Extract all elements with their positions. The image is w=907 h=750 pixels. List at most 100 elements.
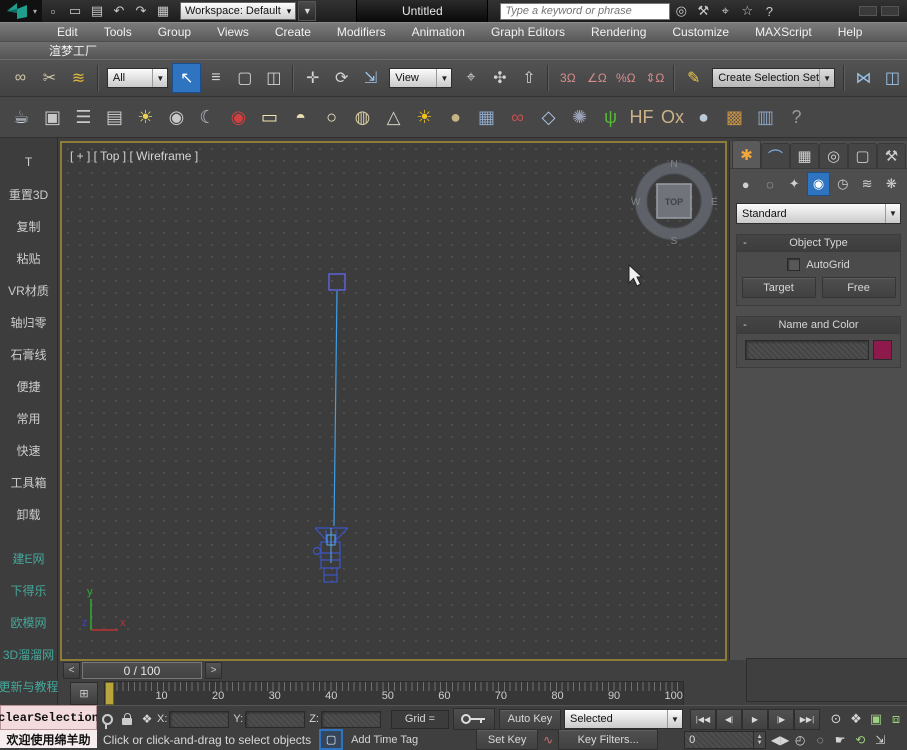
render-teapot-icon[interactable]: ☕ (6, 102, 37, 132)
redo-icon[interactable]: ↷ (130, 1, 152, 21)
sky-icon[interactable]: ● (440, 102, 471, 132)
select-by-name-icon[interactable]: ≡ (201, 63, 230, 93)
zoom-icon[interactable]: ⊙ (826, 710, 846, 728)
sidebar-web-item-1[interactable]: 下得乐 (0, 574, 57, 606)
go-to-start-button[interactable]: |◀◀ (690, 709, 716, 730)
menu-item-maxscript[interactable]: MAXScript (742, 23, 825, 41)
tab-create[interactable]: ✱ (732, 140, 761, 168)
sidebar-item-vr[interactable]: VR材质 (0, 274, 57, 306)
create-systems-icon[interactable]: ❋ (880, 172, 903, 196)
select-and-move-icon[interactable]: ✛ (298, 63, 327, 93)
time-slider[interactable]: 0 / 100 (82, 662, 202, 679)
selection-lock-icon[interactable] (117, 710, 137, 728)
unlink-selection-icon[interactable]: ✂ (35, 63, 64, 93)
selection-filter-dropdown[interactable]: All ▼ (107, 68, 168, 88)
plane-icon[interactable]: ◇ (533, 102, 564, 132)
tab-modify[interactable]: ⌒ (761, 143, 790, 168)
previous-frame-slider-button[interactable]: < (63, 662, 80, 679)
sidebar-item-2[interactable]: 复制 (0, 210, 57, 242)
autogrid-checkbox[interactable] (787, 258, 800, 271)
sphere-icon[interactable]: ● (688, 102, 719, 132)
pan-hand-icon[interactable]: ☛ (830, 731, 850, 749)
sidebar-item-8[interactable]: 常用 (0, 402, 57, 434)
previous-frame-button[interactable]: ◀| (716, 709, 742, 730)
create-helpers-icon[interactable]: ◷ (831, 172, 854, 196)
physical-camera-icon[interactable]: ◉ (223, 102, 254, 132)
select-and-link-icon[interactable]: ∞ (6, 63, 35, 93)
create-cameras-icon[interactable]: ◉ (807, 172, 830, 196)
proxy-molecule-icon[interactable]: ∞ (502, 102, 533, 132)
time-slider-marker[interactable] (105, 682, 114, 705)
sidebar-web-item-e[interactable]: 建E网 (0, 542, 57, 574)
use-pivot-point-center-icon[interactable]: ⌖ (456, 63, 485, 93)
zoom-extents-icon[interactable]: ▣ (866, 710, 886, 728)
tab-utilities[interactable]: ⚒ (877, 143, 906, 168)
selection-region-icon[interactable]: ◌ (810, 731, 830, 749)
menu-item-help[interactable]: Help (825, 23, 876, 41)
menu-item-tools[interactable]: Tools (91, 23, 145, 41)
light-dome-icon[interactable]: ◓ (285, 102, 316, 132)
object-type-rollout-header[interactable]: - Object Type (737, 235, 900, 252)
target-camera-icon[interactable]: ☾ (192, 102, 223, 132)
play-button[interactable]: ▶ (742, 709, 768, 730)
hair-fur-icon[interactable]: HF (626, 102, 657, 132)
render-setup-icon[interactable]: ☰ (68, 102, 99, 132)
go-to-end-button[interactable]: ▶▶| (794, 709, 820, 730)
sidebar-item-7[interactable]: 便捷 (0, 370, 57, 402)
menu-item-views[interactable]: Views (204, 23, 262, 41)
zoom-all-icon[interactable]: ❖ (846, 710, 866, 728)
sidebar-item-10[interactable]: 工具箱 (0, 466, 57, 498)
add-time-tag[interactable]: Add Time Tag (351, 734, 418, 746)
favorites-star-icon[interactable]: ☆ (736, 1, 758, 21)
menu-item-graph-editors[interactable]: Graph Editors (478, 23, 578, 41)
camera-category-dropdown[interactable]: Standard ▼ (736, 203, 901, 224)
sidebar-web-item-3d[interactable]: 3D溜溜网 (0, 638, 57, 670)
time-configuration-icon[interactable]: ◴ (790, 731, 810, 749)
bind-to-space-warp-icon[interactable]: ≋ (64, 63, 93, 93)
edit-named-selection-sets-icon[interactable]: ✎ (679, 63, 708, 93)
communication-center-icon[interactable]: ⌖ (714, 1, 736, 21)
menu-item-rendream-factory[interactable]: 渲梦工厂 (36, 42, 110, 59)
light-panel-icon[interactable]: ☀ (130, 102, 161, 132)
render-frame-window-icon[interactable]: ▣ (37, 102, 68, 132)
minimize-button[interactable] (859, 6, 877, 16)
menu-item-animation[interactable]: Animation (399, 23, 478, 41)
script-converter-icon[interactable]: ▥ (750, 102, 781, 132)
sidebar-item-3[interactable]: 粘贴 (0, 242, 57, 274)
sidebar-item-t[interactable]: T (0, 146, 57, 178)
search-input[interactable] (500, 3, 670, 20)
3ds-max-logo-icon[interactable]: ▾ (0, 0, 42, 22)
spinner-snap-toggle-icon[interactable]: ⇕Ω (640, 63, 669, 93)
open-file-icon[interactable]: ▭ (64, 1, 86, 21)
z-coordinate-field[interactable] (321, 711, 381, 728)
workspace-split-button[interactable]: ▼ (298, 1, 316, 21)
key-mode-toggle-icon[interactable]: ◀▶ (770, 731, 790, 749)
maximize-button[interactable] (881, 6, 899, 16)
sidebar-web-item-4[interactable]: 更新与教程 (0, 670, 57, 702)
y-coordinate-field[interactable] (245, 711, 305, 728)
named-selection-sets-dropdown[interactable]: Create Selection Set ▼ (712, 68, 835, 88)
menu-item-customize[interactable]: Customize (659, 23, 742, 41)
workspace-dropdown[interactable]: Workspace: Default ▾ (180, 2, 296, 20)
sidebar-item-11[interactable]: 卸载 (0, 498, 57, 530)
menu-item-modifiers[interactable]: Modifiers (324, 23, 399, 41)
help-circle-icon[interactable]: ? (781, 102, 812, 132)
wrench-icon[interactable]: ⚒ (692, 1, 714, 21)
save-file-icon[interactable]: ▤ (86, 1, 108, 21)
tab-hierarchy[interactable]: ▦ (790, 143, 819, 168)
clear-selection-button[interactable]: clearSelection (0, 705, 97, 730)
maximize-viewport-icon[interactable]: ⇲ (870, 731, 890, 749)
noise-rock-icon[interactable]: ✺ (564, 102, 595, 132)
set-key-button[interactable]: Set Key (476, 729, 538, 750)
light-lister-icon[interactable]: ▤ (99, 102, 130, 132)
sidebar-item-5[interactable]: 轴归零 (0, 306, 57, 338)
tab-display[interactable]: ▢ (848, 143, 877, 168)
transform-gizmo-icon[interactable]: ❖ (137, 710, 157, 728)
menu-item-edit[interactable]: Edit (44, 23, 91, 41)
orbit-icon[interactable]: ⟲ (850, 731, 870, 749)
percent-snap-toggle-icon[interactable]: %Ω (611, 63, 640, 93)
grass-icon[interactable]: ψ (595, 102, 626, 132)
name-color-rollout-header[interactable]: - Name and Color (737, 317, 900, 334)
tab-motion[interactable]: ◎ (819, 143, 848, 168)
sidebar-web-item-2[interactable]: 欧模网 (0, 606, 57, 638)
